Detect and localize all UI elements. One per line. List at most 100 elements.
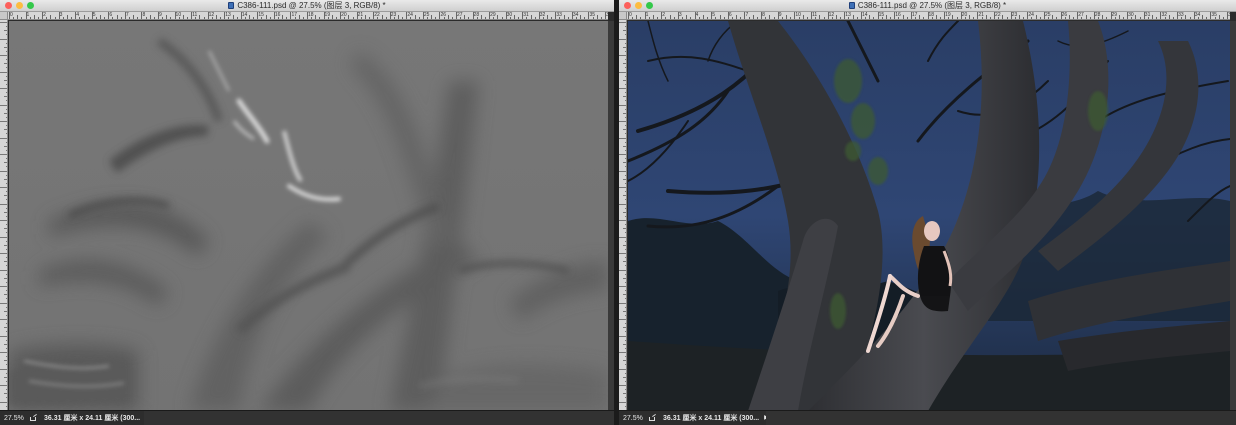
ruler-tick xyxy=(619,137,626,139)
ruler-tick xyxy=(619,121,626,122)
ruler-tick xyxy=(623,327,626,329)
title-bar[interactable]: C386-111.psd @ 27.5% (图层 3, RGB/8) * xyxy=(0,0,614,12)
ruler-tick xyxy=(6,290,7,292)
ruler-minor-tick xyxy=(1118,15,1120,19)
ruler-tick xyxy=(25,12,27,19)
zoom-level[interactable]: 27.5% xyxy=(623,412,645,425)
horizontal-ruler[interactable]: 0 1 2 3 4 5 6 7 8 9 10 11 12 13 14 15 16 17 18 19 20 21 22 23 24… xyxy=(8,12,608,20)
ruler-minor-tick xyxy=(112,17,114,19)
ruler-minor-tick xyxy=(707,17,709,19)
ruler-tick xyxy=(307,12,308,19)
ruler-tick xyxy=(625,364,626,366)
ruler-tick xyxy=(6,108,7,110)
horizontal-scrollbar[interactable] xyxy=(766,411,1236,425)
ruler-minor-tick xyxy=(220,17,222,19)
ruler-tick xyxy=(158,12,159,19)
ruler-minor-tick xyxy=(178,17,180,19)
ruler-tick xyxy=(6,141,7,143)
title-bar[interactable]: C386-111.psd @ 27.5% (图层 3, RGB/8) * xyxy=(619,0,1236,12)
ruler-minor-tick xyxy=(460,17,462,19)
share-icon[interactable] xyxy=(30,415,38,421)
ruler-tick xyxy=(290,12,292,19)
ruler-minor-tick xyxy=(948,17,950,19)
horizontal-ruler[interactable]: 0 1 2 3 4 5 6 7 8 9 10 11 12 13 14 15 16 17 18 19 20 21 22 23 24… xyxy=(627,12,1230,20)
ruler-minor-tick xyxy=(1202,15,1204,19)
ruler-minor-tick xyxy=(518,17,520,19)
ruler-tick xyxy=(625,240,626,242)
ruler-minor-tick xyxy=(215,15,217,19)
share-icon[interactable] xyxy=(649,415,657,421)
ruler-minor-tick xyxy=(1068,15,1070,19)
ruler-minor-tick xyxy=(1222,17,1224,19)
ruler-minor-tick xyxy=(790,17,792,19)
zoom-level[interactable]: 27.5% xyxy=(4,412,26,425)
ruler-tick xyxy=(489,12,491,19)
image-canvas[interactable] xyxy=(628,21,1230,411)
ruler-minor-tick xyxy=(203,17,205,19)
ruler-minor-tick xyxy=(66,15,68,19)
ruler-minor-tick xyxy=(381,15,383,19)
ruler-tick xyxy=(191,12,193,19)
ruler-minor-tick xyxy=(431,15,433,19)
ruler-tick xyxy=(6,26,7,28)
ruler-tick xyxy=(727,12,729,19)
ruler-minor-tick xyxy=(497,15,499,19)
ruler-origin[interactable] xyxy=(619,12,627,20)
horizontal-scrollbar[interactable] xyxy=(144,411,614,425)
ruler-tick xyxy=(0,55,7,56)
ruler-minor-tick xyxy=(348,15,350,19)
ruler-minor-tick xyxy=(731,17,733,19)
ruler-minor-tick xyxy=(199,15,201,19)
ruler-minor-tick xyxy=(673,17,675,19)
ruler-minor-tick xyxy=(493,17,495,19)
status-bar: 27.5% 36.31 厘米 x 24.11 厘米 (300... ▶ xyxy=(619,410,1236,425)
ruler-tick xyxy=(619,88,626,89)
vertical-scrollbar[interactable] xyxy=(1230,21,1236,411)
ruler-minor-tick xyxy=(542,17,544,19)
ruler-tick xyxy=(6,34,7,36)
ruler-tick xyxy=(91,12,93,19)
ruler-minor-tick xyxy=(819,15,821,19)
ruler-minor-tick xyxy=(33,15,35,19)
ruler-tick xyxy=(108,12,110,19)
vertical-ruler[interactable] xyxy=(0,12,8,411)
ruler-minor-tick xyxy=(952,15,954,19)
ruler-minor-tick xyxy=(302,17,304,19)
ruler-tick xyxy=(744,12,746,19)
ruler-minor-tick xyxy=(981,17,983,19)
ruler-tick xyxy=(811,12,813,19)
vertical-ruler[interactable] xyxy=(619,12,627,411)
ruler-tick xyxy=(4,294,7,296)
ruler-tick xyxy=(625,100,626,102)
ruler-minor-tick xyxy=(377,17,379,19)
ruler-minor-tick xyxy=(956,17,958,19)
ruler-tick xyxy=(625,405,626,407)
ruler-tick xyxy=(1077,12,1079,19)
ruler-tick xyxy=(1093,12,1095,19)
ruler-tick xyxy=(619,368,626,370)
ruler-tick xyxy=(625,339,626,341)
vertical-scrollbar[interactable] xyxy=(608,21,614,411)
ruler-tick xyxy=(625,174,626,176)
ruler-tick xyxy=(389,12,391,19)
ruler-tick xyxy=(625,42,626,44)
ruler-tick xyxy=(4,129,7,131)
ruler-tick xyxy=(207,12,209,19)
ruler-minor-tick xyxy=(253,17,255,19)
ruler-tick xyxy=(625,314,626,316)
ruler-tick xyxy=(6,265,7,267)
ruler-minor-tick xyxy=(682,17,684,19)
ruler-tick xyxy=(0,352,7,353)
image-canvas[interactable] xyxy=(9,21,608,411)
ruler-minor-tick xyxy=(398,15,400,19)
ruler-origin[interactable] xyxy=(0,12,8,20)
ruler-tick xyxy=(6,232,7,234)
ruler-tick xyxy=(927,12,929,19)
ruler-tick xyxy=(1127,12,1129,19)
ruler-minor-tick xyxy=(249,15,251,19)
ruler-tick xyxy=(4,195,7,197)
ruler-tick xyxy=(6,314,7,316)
ruler-minor-tick xyxy=(686,15,688,19)
ruler-minor-tick xyxy=(756,17,758,19)
ruler-tick xyxy=(1160,12,1162,19)
